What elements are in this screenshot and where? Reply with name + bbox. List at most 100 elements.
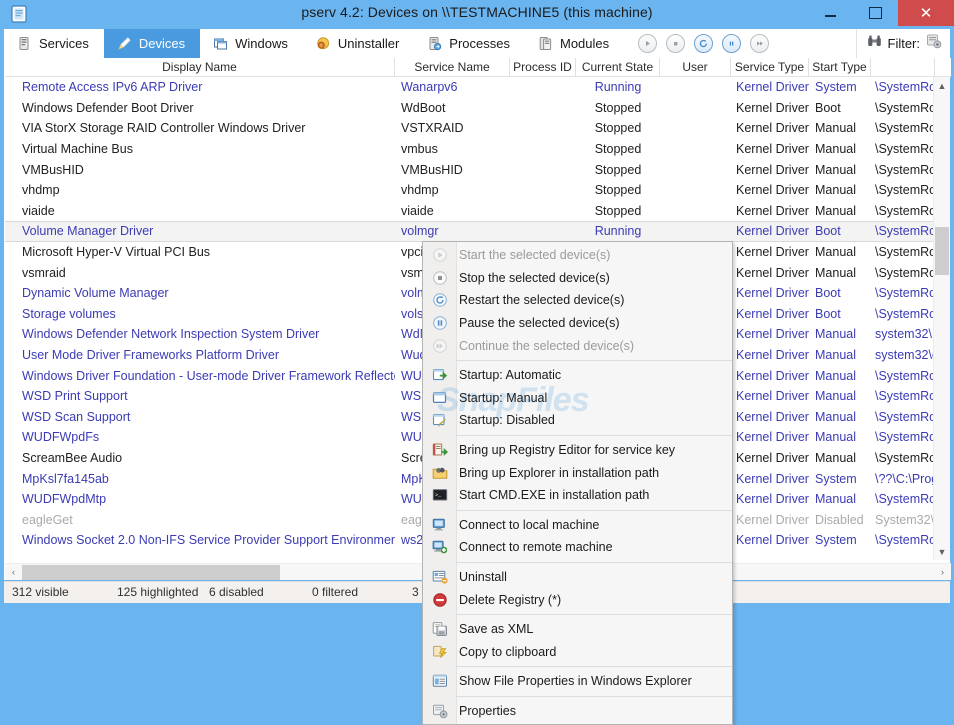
status-filtered: 0 filtered	[312, 585, 359, 599]
menu-item-continue-the-selected-device-s: Continue the selected device(s)	[423, 334, 732, 357]
vertical-scrollbar[interactable]: ▲ ▼	[933, 77, 950, 560]
column-header[interactable]: Display Name	[5, 58, 395, 77]
scroll-left-icon[interactable]: ‹	[5, 564, 22, 581]
cell-current-state: Stopped	[594, 121, 642, 136]
scroll-up-icon[interactable]: ▲	[934, 77, 950, 94]
menu-item-connect-to-local-machine[interactable]: Connect to local machine	[423, 514, 732, 537]
menu-item-label: Delete Registry (*)	[459, 592, 562, 607]
cell-start-type: Manual	[815, 368, 856, 383]
table-row[interactable]: Windows Defender Boot Driver WdBoot Stoppe…	[5, 98, 935, 119]
column-header[interactable]: Process ID	[510, 58, 576, 77]
vertical-scroll-thumb[interactable]	[935, 227, 949, 275]
context-menu[interactable]: SnapFiles Start the selected device(s) St…	[422, 241, 733, 725]
cell-display-name: User Mode Driver Frameworks Platform Dri…	[22, 348, 279, 363]
menu-item-delete-registry[interactable]: Delete Registry (*)	[423, 588, 732, 611]
horizontal-scroll-thumb[interactable]	[22, 564, 280, 580]
properties-icon	[423, 700, 456, 722]
cell-display-name: WSD Print Support	[22, 389, 128, 404]
menu-item-copy-to-clipboard[interactable]: Copy to clipboard	[423, 641, 732, 664]
menu-item-startup-manual[interactable]: Startup: Manual	[423, 387, 732, 410]
start-button[interactable]	[638, 34, 658, 53]
startup-automatic-icon	[423, 364, 456, 386]
menu-item-label: Connect to local machine	[459, 517, 600, 532]
cell-start-type: Manual	[815, 450, 856, 465]
cell-start-type: Manual	[815, 245, 856, 260]
menu-item-label: Continue the selected device(s)	[459, 338, 635, 353]
cell-start-type: System	[815, 471, 857, 486]
column-header[interactable]	[871, 58, 935, 77]
cell-service-name: Wanarpv6	[401, 80, 458, 95]
tab-uninstaller[interactable]: c Uninstaller	[303, 29, 414, 58]
column-header[interactable]: Current State	[576, 58, 660, 77]
tab-devices-label: Devices	[138, 36, 186, 51]
menu-item-pause-the-selected-device-s[interactable]: Pause the selected device(s)	[423, 312, 732, 335]
cell-start-type: Boot	[815, 306, 841, 321]
copy-clipboard-icon	[423, 641, 456, 663]
cell-current-state: Stopped	[594, 100, 642, 115]
menu-item-properties[interactable]: Properties	[423, 700, 732, 723]
cell-display-name: Remote Access IPv6 ARP Driver	[22, 80, 203, 95]
title-bar: pserv 4.2: Devices on \\TESTMACHINE5 (th…	[0, 0, 954, 29]
minimize-button[interactable]	[808, 0, 853, 26]
maximize-button[interactable]	[853, 0, 898, 26]
menu-separator	[456, 666, 732, 668]
tab-windows[interactable]: Windows	[200, 29, 303, 58]
cell-start-type: Manual	[815, 203, 856, 218]
column-header[interactable]: Service Name	[395, 58, 510, 77]
menu-separator	[456, 359, 732, 361]
table-row[interactable]: VMBusHID VMBusHID Stopped Kernel Driver Manu…	[5, 159, 935, 180]
table-row[interactable]: Remote Access IPv6 ARP Driver Wanarpv6 Run…	[5, 77, 935, 98]
menu-separator	[456, 695, 732, 697]
scroll-down-icon[interactable]: ▼	[934, 543, 950, 560]
menu-item-bring-up-registry-editor-for-service-key[interactable]: Bring up Registry Editor for service key	[423, 439, 732, 462]
table-row[interactable]: VIA StorX Storage RAID Controller Window…	[5, 118, 935, 139]
cell-path: \SystemRo	[875, 245, 935, 260]
table-row[interactable]: Volume Manager Driver volmgr Running Kernel…	[5, 221, 935, 242]
cell-display-name: VIA StorX Storage RAID Controller Window…	[22, 121, 306, 136]
menu-item-start-cmd-exe-in-installation-path[interactable]: >_ Start CMD.EXE in installation path	[423, 484, 732, 507]
cell-service-type: Kernel Driver	[736, 306, 809, 321]
column-header[interactable]: Start Type	[809, 58, 871, 77]
cell-service-name: volmgr	[401, 224, 439, 239]
continue-button[interactable]	[750, 34, 770, 53]
cell-display-name: WSD Scan Support	[22, 409, 131, 424]
menu-item-uninstall[interactable]: Uninstall	[423, 566, 732, 589]
table-row[interactable]: viaide viaide Stopped Kernel Driver Manual \S…	[5, 201, 935, 222]
menu-item-startup-disabled[interactable]: Startup: Disabled	[423, 409, 732, 432]
tab-devices[interactable]: Devices	[103, 29, 201, 58]
cell-start-type: Manual	[815, 265, 856, 280]
stop-button[interactable]	[666, 34, 686, 53]
uninstaller-icon: c	[316, 36, 331, 51]
column-header[interactable]: User	[660, 58, 731, 77]
restart-button[interactable]	[694, 34, 714, 53]
tab-processes[interactable]: Processes	[414, 29, 525, 58]
tab-modules[interactable]: Modules	[525, 29, 624, 58]
column-header[interactable]: Service Type	[731, 58, 809, 77]
cell-service-type: Kernel Driver	[736, 121, 809, 136]
menu-item-label: Uninstall	[459, 570, 507, 585]
menu-item-connect-to-remote-machine[interactable]: Connect to remote machine	[423, 536, 732, 559]
tab-services[interactable]: Services	[4, 29, 104, 58]
menu-item-stop-the-selected-device-s[interactable]: Stop the selected device(s)	[423, 267, 732, 290]
cell-current-state: Stopped	[594, 183, 642, 198]
menu-item-startup-automatic[interactable]: Startup: Automatic	[423, 364, 732, 387]
scroll-right-icon[interactable]: ›	[934, 564, 951, 581]
menu-item-show-file-properties-in-windows-explorer[interactable]: Show File Properties in Windows Explorer	[423, 670, 732, 693]
menu-item-bring-up-explorer-in-installation-path[interactable]: Bring up Explorer in installation path	[423, 461, 732, 484]
cell-display-name: Windows Socket 2.0 Non-IFS Service Provi…	[22, 533, 395, 548]
cell-path: \SystemRo	[875, 409, 935, 424]
cell-start-type: Manual	[815, 492, 856, 507]
cell-display-name: Volume Manager Driver	[22, 224, 154, 239]
pause-button[interactable]	[722, 34, 742, 53]
close-button[interactable]: ✕	[898, 0, 954, 26]
cell-service-type: Kernel Driver	[736, 142, 809, 157]
cell-path: \SystemRo	[875, 492, 935, 507]
table-row[interactable]: vhdmp vhdmp Stopped Kernel Driver Manual \Sys…	[5, 180, 935, 201]
menu-item-restart-the-selected-device-s[interactable]: Restart the selected device(s)	[423, 289, 732, 312]
table-row[interactable]: Virtual Machine Bus vmbus Stopped Kernel Dr…	[5, 139, 935, 160]
filter-settings-icon[interactable]	[926, 33, 942, 54]
cell-service-type: Kernel Driver	[736, 327, 809, 342]
filter-label: Filter:	[887, 36, 921, 51]
menu-item-save-as-xml[interactable]: Save as XML	[423, 618, 732, 641]
delete-registry-icon	[423, 589, 456, 611]
